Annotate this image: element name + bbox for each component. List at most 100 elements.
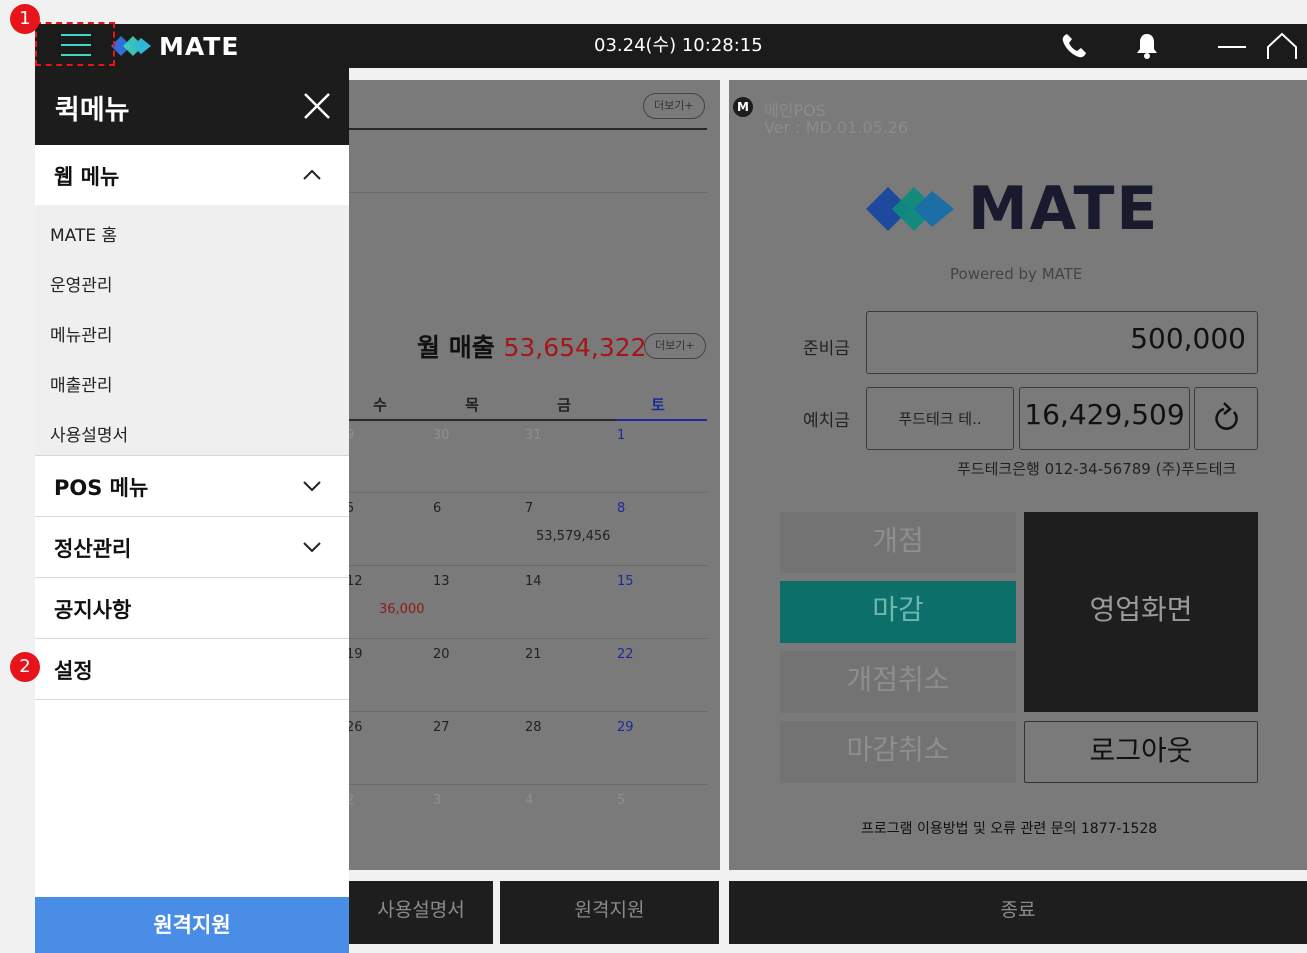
remote-support-button[interactable]: 원격지원 bbox=[35, 897, 349, 953]
weekday-header: 금 bbox=[557, 396, 571, 414]
clock: 03.24(수) 10:28:15 bbox=[594, 35, 763, 56]
marker-1: 1 bbox=[10, 4, 40, 34]
reserve-label: 준비금 bbox=[803, 339, 850, 359]
calendar-day[interactable]: 30 bbox=[433, 428, 450, 443]
calendar-day-sales: 36,000 bbox=[379, 602, 425, 617]
calendar-day[interactable]: 6 bbox=[433, 501, 441, 516]
sales-panel bbox=[349, 80, 720, 870]
weekday-header: 수 bbox=[373, 396, 387, 414]
weekday-header: 토 bbox=[651, 396, 665, 414]
pos-badge: M bbox=[733, 97, 753, 117]
section-label: 웹 메뉴 bbox=[54, 165, 120, 189]
calendar-divider bbox=[349, 638, 707, 639]
divider bbox=[349, 192, 707, 193]
section-web-menu[interactable]: 웹 메뉴 bbox=[35, 145, 349, 206]
quick-menu-title: 퀵메뉴 bbox=[55, 95, 130, 126]
home-icon[interactable] bbox=[1265, 31, 1297, 61]
section-notice[interactable]: 공지사항 bbox=[35, 578, 349, 639]
inquiry-text: 프로그램 이용방법 및 오류 관련 문의 1877-1528 bbox=[861, 821, 1158, 837]
open-button[interactable]: 개점 bbox=[780, 512, 1016, 573]
mate-logo-icon bbox=[866, 187, 954, 231]
calendar-day[interactable]: 13 bbox=[433, 574, 450, 589]
phone-icon[interactable] bbox=[1059, 31, 1089, 61]
calendar-day[interactable]: 3 bbox=[433, 793, 441, 808]
reserve-value: 500,000 bbox=[1130, 322, 1246, 355]
powered-by: Powered by MATE bbox=[950, 265, 1083, 283]
divider bbox=[349, 419, 615, 421]
calendar-day[interactable]: 4 bbox=[525, 793, 533, 808]
chevron-up-icon bbox=[303, 169, 321, 180]
more-button-monthly[interactable]: 더보기+ bbox=[644, 333, 706, 359]
section-label: POS 메뉴 bbox=[54, 476, 149, 500]
deposit-value: 16,429,509 bbox=[1024, 398, 1185, 431]
quick-menu-drawer: 퀵메뉴 웹 메뉴 MATE 홈 운영관리 메뉴관리 매출관리 사용설명서 POS… bbox=[35, 68, 349, 953]
calendar-day[interactable]: 22 bbox=[617, 647, 634, 662]
manual-button[interactable]: 사용설명서 bbox=[349, 881, 493, 944]
deposit-bank: 푸드테크 테.. bbox=[898, 410, 982, 428]
monthly-sales-amount: 53,654,322 bbox=[503, 333, 647, 362]
minimize-icon[interactable] bbox=[1217, 31, 1247, 61]
section-label: 정산관리 bbox=[54, 537, 132, 561]
deposit-label: 예치금 bbox=[803, 411, 850, 431]
pos-logo-text: MATE bbox=[968, 174, 1160, 244]
calendar-day[interactable]: 20 bbox=[433, 647, 450, 662]
bell-icon[interactable] bbox=[1132, 31, 1162, 61]
more-button-top[interactable]: 더보기+ bbox=[643, 93, 705, 119]
pos-version: Ver : MD.01.05.26 bbox=[764, 118, 909, 137]
section-settings[interactable]: 설정 bbox=[35, 639, 349, 700]
menu-item-manual[interactable]: 사용설명서 bbox=[50, 421, 128, 446]
pos-logo: MATE bbox=[862, 174, 1160, 244]
calendar-day[interactable]: 7 bbox=[525, 501, 533, 516]
calendar-divider bbox=[349, 711, 707, 712]
calendar-day[interactable]: 28 bbox=[525, 720, 542, 735]
logo-text: MATE bbox=[159, 31, 240, 61]
calendar-day[interactable]: 15 bbox=[617, 574, 634, 589]
chevron-down-icon bbox=[303, 542, 321, 553]
menu-item-menu-management[interactable]: 메뉴관리 bbox=[50, 321, 113, 346]
mate-logo-icon bbox=[111, 36, 151, 56]
cancel-close-button[interactable]: 마감취소 bbox=[780, 721, 1016, 783]
calendar-day[interactable]: 8 bbox=[617, 501, 625, 516]
refresh-button[interactable] bbox=[1194, 387, 1258, 450]
web-menu-list: MATE 홈 운영관리 메뉴관리 매출관리 사용설명서 bbox=[35, 205, 349, 456]
remote-support-button[interactable]: 원격지원 bbox=[500, 881, 719, 944]
calendar-day[interactable]: 5 bbox=[617, 793, 625, 808]
calendar-day[interactable]: 21 bbox=[525, 647, 542, 662]
sales-screen-button[interactable]: 영업화면 bbox=[1024, 512, 1258, 712]
section-settlement[interactable]: 정산관리 bbox=[35, 517, 349, 578]
menu-item-sales-management[interactable]: 매출관리 bbox=[50, 371, 113, 396]
menu-item-operations[interactable]: 운영관리 bbox=[50, 271, 113, 296]
close-button[interactable]: 마감 bbox=[780, 581, 1016, 643]
refresh-icon bbox=[1215, 402, 1238, 430]
weekday-header: 목 bbox=[465, 396, 479, 414]
calendar-day[interactable]: 1 bbox=[617, 428, 625, 443]
menu-item-mate-home[interactable]: MATE 홈 bbox=[50, 221, 117, 246]
quick-menu-header: 퀵메뉴 bbox=[35, 68, 349, 145]
calendar-divider bbox=[349, 492, 707, 493]
close-button[interactable] bbox=[299, 88, 335, 124]
account-info: 푸드테크은행 012-34-56789 (주)푸드테크 bbox=[957, 460, 1237, 478]
calendar-day[interactable]: 29 bbox=[617, 720, 634, 735]
calendar-day[interactable]: 27 bbox=[433, 720, 450, 735]
close-icon bbox=[304, 93, 330, 119]
marker-2: 2 bbox=[10, 652, 40, 682]
calendar-divider bbox=[349, 565, 707, 566]
divider bbox=[615, 419, 707, 421]
highlight-box bbox=[35, 22, 115, 66]
logout-button[interactable]: 로그아웃 bbox=[1024, 721, 1258, 783]
section-label: 설정 bbox=[54, 659, 93, 683]
monthly-sales-label: 월 매출 bbox=[417, 333, 495, 362]
calendar-day[interactable]: 31 bbox=[525, 428, 542, 443]
calendar-divider bbox=[349, 784, 707, 785]
section-pos-menu[interactable]: POS 메뉴 bbox=[35, 456, 349, 517]
chevron-down-icon bbox=[303, 481, 321, 492]
section-label: 공지사항 bbox=[54, 598, 132, 622]
app-logo: MATE bbox=[109, 30, 239, 62]
top-bar: MATE 03.24(수) 10:28:15 bbox=[35, 24, 1307, 68]
calendar-day-sales: 53,579,456 bbox=[536, 529, 611, 544]
exit-button[interactable]: 종료 bbox=[729, 881, 1307, 944]
divider bbox=[349, 128, 707, 130]
cancel-open-button[interactable]: 개점취소 bbox=[780, 651, 1016, 713]
monthly-sales: 월 매출 53,654,322 bbox=[417, 328, 647, 364]
calendar-day[interactable]: 14 bbox=[525, 574, 542, 589]
